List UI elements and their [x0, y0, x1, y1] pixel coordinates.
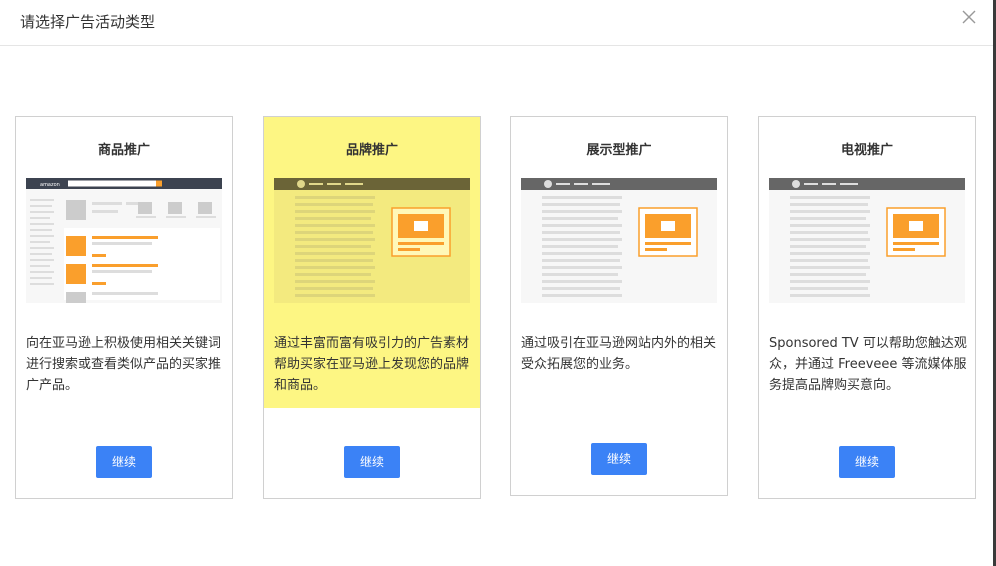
dialog-header: 请选择广告活动类型 — [0, 0, 996, 46]
close-button[interactable] — [958, 6, 980, 28]
card-sponsored-brands[interactable]: 品牌推广 通过丰富而富有吸引力的广告素材帮助买家在亚马逊上发现您的品牌和商品。 … — [263, 116, 481, 499]
card-sponsored-display[interactable]: 展示型推广 通过吸引在亚马逊网站内外的相关受众拓展您的业务。 继续 — [510, 116, 728, 496]
card-top: 商品推广 amazon 向在亚马逊上积极使用相关关键词进行搜索或查看类似产品的买… — [16, 117, 232, 408]
brand-ad-illustration — [274, 178, 470, 303]
continue-button[interactable]: 继续 — [591, 443, 647, 475]
card-description: 通过丰富而富有吸引力的广告素材帮助买家在亚马逊上发现您的品牌和商品。 — [274, 336, 470, 393]
card-title: 品牌推广 — [345, 143, 398, 158]
display-ad-illustration — [521, 178, 717, 303]
illus-brand-text: amazon — [40, 182, 60, 188]
continue-button[interactable]: 继续 — [839, 446, 895, 478]
continue-button[interactable]: 继续 — [96, 446, 152, 478]
card-top: 品牌推广 通过丰富而富有吸引力的广告素材帮助买家在亚马逊上发现您的品牌和商品。 — [264, 117, 480, 408]
continue-button[interactable]: 继续 — [344, 446, 400, 478]
dialog-title: 请选择广告活动类型 — [20, 13, 156, 31]
product-ad-illustration: amazon — [26, 178, 222, 303]
card-sponsored-tv[interactable]: 电视推广 Sponsored TV 可以帮助您触达观众，并通过 Freeveee… — [758, 116, 976, 499]
tv-ad-illustration — [769, 178, 965, 303]
card-top: 展示型推广 通过吸引在亚马逊网站内外的相关受众拓展您的业务。 — [511, 117, 727, 408]
card-description: 向在亚马逊上积极使用相关关键词进行搜索或查看类似产品的买家推广产品。 — [26, 336, 222, 393]
card-title: 展示型推广 — [586, 143, 652, 158]
close-icon — [962, 10, 976, 24]
card-title: 电视推广 — [840, 143, 893, 158]
card-top: 电视推广 Sponsored TV 可以帮助您触达观众，并通过 Freeveee… — [759, 117, 975, 408]
card-description: Sponsored TV 可以帮助您触达观众，并通过 Freeveee 等流媒体… — [769, 336, 967, 393]
card-sponsored-products[interactable]: 商品推广 amazon 向在亚马逊上积极使用相关关键词进行搜索或查看类似产品的买… — [15, 116, 233, 499]
card-title: 商品推广 — [97, 143, 150, 158]
card-description: 通过吸引在亚马逊网站内外的相关受众拓展您的业务。 — [521, 336, 717, 372]
